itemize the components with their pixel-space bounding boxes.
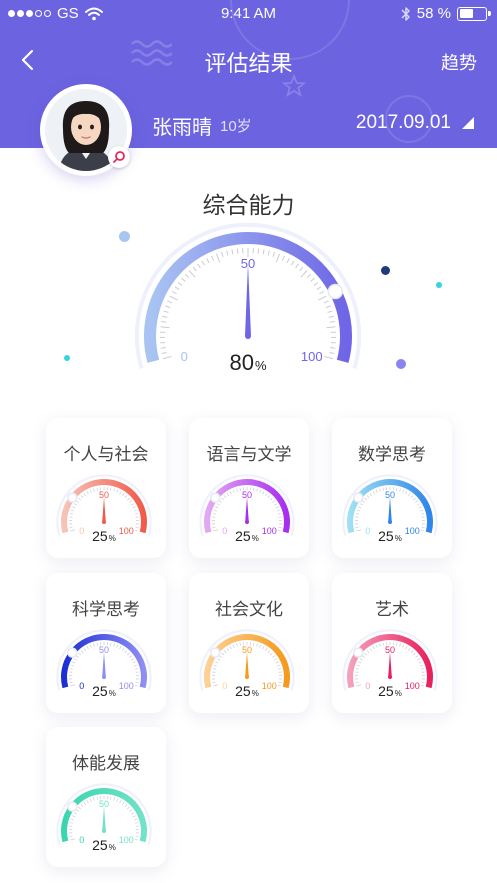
category-gauge-hub	[102, 829, 106, 833]
category-card-title: 体能发展	[72, 754, 140, 773]
overall-gauge-value: 80%	[229, 350, 266, 375]
category-gauge-hub	[245, 520, 249, 524]
overall-gauge-needle	[245, 264, 251, 336]
category-card[interactable]: 艺术 0 50 100 25%	[332, 573, 452, 713]
category-gauge-label-max: 100	[405, 526, 420, 536]
decorative-dot	[381, 266, 390, 275]
category-gauge-hub	[102, 520, 106, 524]
category-gauge-label-max: 100	[119, 526, 134, 536]
category-gauge: 05010025%	[342, 629, 438, 699]
battery-percent: 58 %	[416, 5, 451, 22]
category-card-title: 艺术	[375, 600, 409, 619]
category-gauge-needle	[102, 652, 106, 677]
category-gauge-needle	[245, 497, 249, 522]
category-card-title: 个人与社会	[63, 445, 149, 464]
category-card[interactable]: 数学思考 0 50 100 25%	[332, 418, 452, 558]
category-gauge-label-min: 0	[79, 526, 84, 536]
overall-gauge: 05010080%	[134, 222, 362, 375]
date-selector[interactable]: 2017.09.01	[356, 112, 451, 134]
user-name: 张雨晴	[152, 117, 212, 139]
category-card-title: 数学思考	[358, 445, 426, 464]
avatar-search-button[interactable]	[108, 146, 130, 168]
category-gauge-value-marker	[67, 801, 78, 812]
category-gauge-label-max: 100	[119, 681, 134, 691]
category-gauge-needle	[102, 806, 106, 831]
decorative-dot	[64, 355, 70, 361]
category-gauge: 05010025%	[199, 629, 295, 699]
category-gauge-label-min: 0	[365, 526, 370, 536]
overall-gauge-label-max: 100	[301, 349, 323, 364]
category-gauge: 05010025%	[199, 474, 295, 544]
category-gauge-needle	[245, 652, 249, 677]
category-card-title: 语言与文学	[206, 445, 292, 464]
search-icon	[113, 151, 125, 163]
category-card-title: 科学思考	[72, 600, 140, 619]
category-gauge-value: 25%	[92, 837, 116, 853]
trend-button[interactable]: 趋势	[441, 49, 477, 75]
page-title: 评估结果	[204, 51, 293, 76]
category-gauge-hub	[102, 675, 106, 679]
category-gauge-label-max: 100	[405, 681, 420, 691]
category-card[interactable]: 科学思考 0 50 100 25%	[46, 573, 166, 713]
bluetooth-icon	[401, 6, 410, 21]
overall-gauge-label-min: 0	[181, 349, 188, 364]
category-gauge-value: 25%	[378, 683, 402, 699]
category-card[interactable]: 体能发展 0 50 100 25%	[46, 727, 166, 867]
category-card[interactable]: 社会文化 0 50 100 25%	[189, 573, 309, 713]
battery-icon	[457, 6, 491, 21]
category-gauge-label-min: 0	[79, 835, 84, 845]
category-card[interactable]: 语言与文学 0 50 100 25%	[189, 418, 309, 558]
category-gauge-needle	[388, 497, 392, 522]
category-gauge-value-marker	[210, 492, 221, 503]
category-gauge-value: 25%	[92, 683, 116, 699]
category-gauge-value-marker	[67, 647, 78, 658]
category-card[interactable]: 个人与社会 0 50 100 25%	[46, 418, 166, 558]
category-gauge-value-marker	[353, 492, 364, 503]
category-gauge-hub	[245, 675, 249, 679]
category-gauge-label-max: 100	[262, 526, 277, 536]
decorative-dot	[436, 282, 442, 288]
user-age: 10岁	[220, 118, 252, 135]
category-gauge-value: 25%	[92, 528, 116, 544]
category-gauge-label-min: 0	[222, 526, 227, 536]
category-gauge-label-max: 100	[119, 835, 134, 845]
category-gauge-label-min: 0	[79, 681, 84, 691]
category-gauge: 05010025%	[56, 783, 152, 853]
category-gauge-needle	[102, 497, 106, 522]
category-gauge-label-max: 100	[262, 681, 277, 691]
avatar[interactable]	[40, 84, 132, 176]
category-gauge-value: 25%	[235, 683, 259, 699]
category-card-title: 社会文化	[215, 600, 283, 619]
category-gauge-value-marker	[67, 492, 78, 503]
category-gauge-label-min: 0	[365, 681, 370, 691]
category-gauge-value: 25%	[235, 528, 259, 544]
overall-gauge-hub	[245, 333, 251, 339]
category-gauge-label-min: 0	[222, 681, 227, 691]
category-gauge: 05010025%	[56, 629, 152, 699]
category-gauge-needle	[388, 652, 392, 677]
category-gauge-hub	[388, 675, 392, 679]
status-bar: GS 9:41 AM 58 %	[0, 0, 497, 28]
dropdown-triangle-icon[interactable]	[461, 116, 475, 130]
category-gauge-hub	[388, 520, 392, 524]
category-gauge-value-marker	[210, 647, 221, 658]
category-gauge-value-marker	[353, 647, 364, 658]
category-gauge: 05010025%	[342, 474, 438, 544]
decorative-dot	[396, 359, 406, 369]
overall-gauge-value-marker	[327, 283, 344, 300]
category-gauge-value: 25%	[378, 528, 402, 544]
overall-ability-title: 综合能力	[202, 192, 295, 218]
category-gauge: 05010025%	[56, 474, 152, 544]
